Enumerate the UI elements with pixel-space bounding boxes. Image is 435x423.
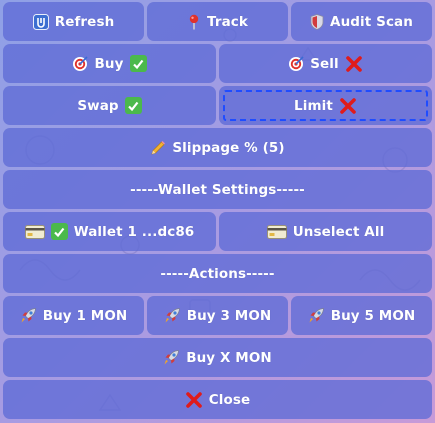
pin-icon (187, 14, 201, 30)
wallet-settings-header-button[interactable]: -----Wallet Settings----- (3, 170, 432, 209)
buy-3-mon-button[interactable]: Buy 3 MON (147, 296, 288, 335)
buy-3-mon-label: Buy 3 MON (186, 307, 272, 324)
buy-1-mon-button[interactable]: Buy 1 MON (3, 296, 144, 335)
audit-scan-label: Audit Scan (330, 13, 413, 30)
rocket-icon (163, 349, 180, 366)
sell-mode-label: Sell (310, 55, 339, 72)
keyboard-row-10: Close (3, 380, 432, 419)
buy-5-mon-button[interactable]: Buy 5 MON (291, 296, 432, 335)
buy-1-mon-label: Buy 1 MON (42, 307, 128, 324)
check-icon (124, 97, 142, 114)
keyboard-row-1: Refresh Track Audit Scan (3, 2, 432, 41)
buy-x-mon-button[interactable]: Buy X MON (3, 338, 432, 377)
refresh-icon (32, 13, 49, 30)
buy-x-mon-label: Buy X MON (186, 349, 272, 366)
pencil-icon (150, 140, 166, 156)
limit-mode-label: Limit (294, 97, 333, 114)
wallet-1-button[interactable]: Wallet 1 ...dc86 (3, 212, 216, 251)
target-icon (288, 55, 304, 72)
keyboard-row-4: Slippage % (5) (3, 128, 432, 167)
keyboard-row-3: Swap Limit (3, 86, 432, 125)
close-label: Close (208, 391, 251, 408)
rocket-icon (164, 307, 181, 324)
shield-icon (310, 13, 324, 30)
actions-label: -----Actions----- (160, 265, 275, 282)
buy-mode-button[interactable]: Buy (3, 44, 216, 83)
credit-card-icon (266, 224, 287, 239)
keyboard-row-8: Buy 1 MON Buy 3 MON Buy 5 MON (3, 296, 432, 335)
track-label: Track (207, 13, 248, 30)
slippage-button[interactable]: Slippage % (5) (3, 128, 432, 167)
check-icon (129, 55, 147, 72)
rocket-icon (308, 307, 325, 324)
limit-mode-button[interactable]: Limit (219, 86, 432, 125)
sell-mode-button[interactable]: Sell (219, 44, 432, 83)
close-button[interactable]: Close (3, 380, 432, 419)
actions-header-button[interactable]: -----Actions----- (3, 254, 432, 293)
target-icon (72, 55, 89, 72)
keyboard-row-2: Buy Sell (3, 44, 432, 83)
keyboard-row-9: Buy X MON (3, 338, 432, 377)
buy-5-mon-label: Buy 5 MON (330, 307, 416, 324)
cross-icon (345, 55, 363, 73)
check-icon (50, 223, 68, 240)
rocket-icon (20, 307, 37, 324)
keyboard-row-7: -----Actions----- (3, 254, 432, 293)
swap-mode-label: Swap (77, 97, 119, 114)
unselect-all-label: Unselect All (292, 223, 385, 240)
cross-icon (339, 97, 357, 115)
keyboard-row-6: Wallet 1 ...dc86 Unselect All (3, 212, 432, 251)
keyboard-row-5: -----Wallet Settings----- (3, 170, 432, 209)
refresh-button[interactable]: Refresh (3, 2, 144, 41)
audit-scan-button[interactable]: Audit Scan (291, 2, 432, 41)
swap-mode-button[interactable]: Swap (3, 86, 216, 125)
track-button[interactable]: Track (147, 2, 288, 41)
inline-keyboard: Refresh Track Audit Scan Buy Sell Swap L… (3, 2, 432, 422)
refresh-label: Refresh (54, 13, 115, 30)
credit-card-icon (24, 224, 45, 239)
cross-icon (185, 391, 203, 409)
slippage-label: Slippage % (5) (172, 139, 285, 156)
wallet-settings-label: -----Wallet Settings----- (130, 181, 305, 198)
buy-mode-label: Buy (94, 55, 124, 72)
unselect-all-button[interactable]: Unselect All (219, 212, 432, 251)
wallet-1-label: Wallet 1 ...dc86 (73, 223, 195, 240)
